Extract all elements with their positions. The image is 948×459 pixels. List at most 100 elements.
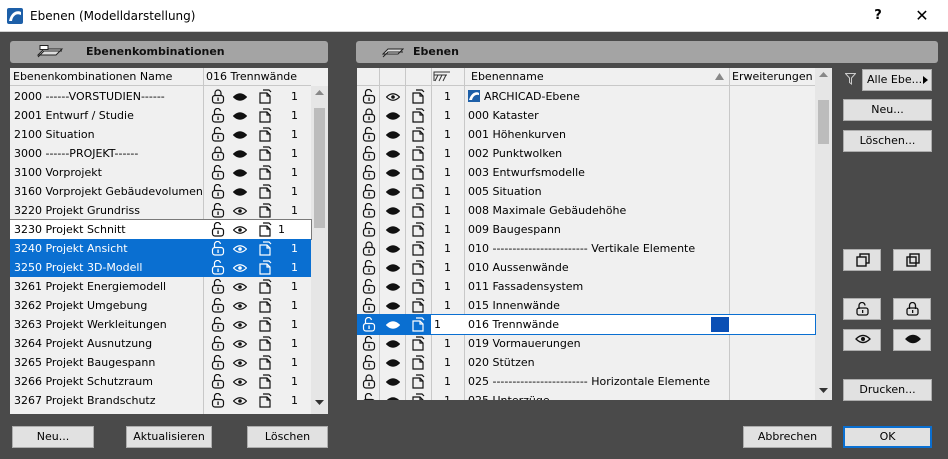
combination-name: 3230 Projekt Schnitt <box>14 223 126 236</box>
layer-name: 002 Punktwolken <box>468 147 563 160</box>
paste-layer-settings-button[interactable] <box>893 249 931 271</box>
unlock-icon <box>362 165 376 180</box>
scroll-down-icon[interactable] <box>819 388 828 394</box>
column-header-intersection[interactable] <box>431 68 464 86</box>
column-header-name[interactable]: Ebenenkombinationen Name <box>10 68 203 86</box>
scroll-down-icon[interactable] <box>315 400 324 406</box>
layer-combinations-list[interactable]: Ebenenkombinationen Name 016 Trennwände … <box>10 68 328 414</box>
hidden-eye-icon <box>233 188 247 196</box>
intersection-group-value[interactable]: 1 <box>278 220 285 239</box>
layer-row[interactable]: 1 016 Trennwände <box>357 314 816 335</box>
column-header-visibility[interactable] <box>379 68 405 86</box>
layer-row[interactable]: 1 019 Vormauerungen <box>357 334 815 353</box>
layer-combination-row[interactable]: 3265 Projekt Baugespann 1 <box>10 353 311 372</box>
scrollbar-thumb[interactable] <box>818 100 829 144</box>
column-header-lock[interactable] <box>357 68 379 86</box>
right-scrollbar[interactable] <box>815 68 832 400</box>
layer-row[interactable]: 1 010 ------------------------ Vertikale … <box>357 239 815 258</box>
intersection-group-value: 1 <box>291 109 298 122</box>
layer-row[interactable]: 1 ARCHICAD-Ebene <box>357 87 815 106</box>
layer-combination-row[interactable]: 3261 Projekt Energiemodell 1 <box>10 277 311 296</box>
wireframe-icon <box>412 241 425 256</box>
hidden-eye-icon <box>386 264 400 272</box>
hidden-eye-icon <box>233 131 247 139</box>
layer-combination-row[interactable]: 2001 Entwurf / Studie 1 <box>10 106 311 125</box>
layer-name: ARCHICAD-Ebene <box>484 90 580 103</box>
wireframe-icon <box>412 108 425 123</box>
layer-combination-row[interactable]: 3100 Vorprojekt 1 <box>10 163 311 182</box>
layers-dialog: Ebenen (Modelldarstellung) ? ✕ Ebenenkom… <box>0 0 948 459</box>
layer-combination-icon <box>36 45 64 58</box>
layer-row[interactable]: 1 008 Maximale Gebäudehöhe <box>357 201 815 220</box>
layer-filter-dropdown[interactable]: Alle Ebe... <box>862 69 932 91</box>
layer-row[interactable]: 1 010 Aussenwände <box>357 258 815 277</box>
print-button[interactable]: Drucken... <box>843 379 932 401</box>
layer-combination-row[interactable]: 3000 ------PROJEKT------ 1 <box>10 144 311 163</box>
layer-combination-row[interactable]: 3264 Projekt Ausnutzung 1 <box>10 334 311 353</box>
layer-combination-row[interactable]: 3250 Projekt 3D-Modell 1 <box>10 258 311 277</box>
lock-icon <box>362 241 376 256</box>
column-header-extensions[interactable]: Erweiterungen <box>729 68 815 86</box>
layer-row[interactable]: 1 005 Situation <box>357 182 815 201</box>
delete-combination-button[interactable]: Löschen <box>247 426 328 448</box>
layer-combination-row[interactable]: 3263 Projekt Werkleitungen 1 <box>10 315 311 334</box>
scroll-up-icon[interactable] <box>819 72 828 78</box>
layer-color-swatch[interactable] <box>711 317 729 332</box>
ok-button[interactable]: OK <box>843 426 932 448</box>
column-header-combination[interactable]: 016 Trennwände <box>203 68 311 86</box>
combination-name: 3263 Projekt Werkleitungen <box>14 318 167 331</box>
layer-combination-row[interactable]: 3262 Projekt Umgebung 1 <box>10 296 311 315</box>
layer-combinations-header: Ebenenkombinationen <box>10 41 328 63</box>
layer-combination-row[interactable]: 3230 Projekt Schnitt 1 <box>10 219 312 240</box>
hide-all-button[interactable] <box>893 329 931 351</box>
update-combination-button[interactable]: Aktualisieren <box>126 426 212 448</box>
help-button[interactable]: ? <box>866 5 890 27</box>
layer-row[interactable]: 1 002 Punktwolken <box>357 144 815 163</box>
unlock-all-button[interactable] <box>843 298 881 320</box>
layer-combination-row[interactable]: 2000 ------VORSTUDIEN------ 1 <box>10 87 311 106</box>
eye-icon <box>233 245 247 253</box>
layer-combination-row[interactable]: 2100 Situation 1 <box>10 125 311 144</box>
layer-combination-row[interactable]: 3240 Projekt Ansicht 1 <box>10 239 311 258</box>
eye-icon <box>233 283 247 291</box>
window-title: Ebenen (Modelldarstellung) <box>30 9 196 23</box>
cancel-button[interactable]: Abbrechen <box>743 426 832 448</box>
close-button[interactable]: ✕ <box>910 5 934 27</box>
copy-settings-icon <box>856 253 870 267</box>
layer-row[interactable]: 1 025 ------------------------ Horizontal… <box>357 372 815 391</box>
wireframe-icon <box>259 279 272 294</box>
layer-combination-row[interactable]: 3267 Projekt Brandschutz 1 <box>10 391 311 410</box>
intersection-group-value: 1 <box>444 109 451 122</box>
new-layer-button[interactable]: Neu... <box>843 99 932 121</box>
hidden-eye-icon <box>386 359 400 367</box>
layer-row[interactable]: 1 001 Höhenkurven <box>357 125 815 144</box>
lock-all-button[interactable] <box>893 298 931 320</box>
new-combination-button[interactable]: Neu... <box>12 426 94 448</box>
column-header-layer-name[interactable]: Ebenenname <box>464 68 729 86</box>
eye-icon <box>233 397 247 405</box>
layer-row[interactable]: 1 000 Kataster <box>357 106 815 125</box>
scroll-up-icon[interactable] <box>315 90 324 96</box>
scrollbar-thumb[interactable] <box>314 108 325 228</box>
wireframe-icon <box>259 222 272 237</box>
layer-row[interactable]: 1 015 Innenwände <box>357 296 815 315</box>
layer-row[interactable]: 1 011 Fassadensystem <box>357 277 815 296</box>
layer-row[interactable]: 1 020 Stützen <box>357 353 815 372</box>
unlock-icon <box>362 355 376 370</box>
delete-layer-button[interactable]: Löschen... <box>843 130 932 152</box>
left-scrollbar[interactable] <box>311 86 328 414</box>
show-all-button[interactable] <box>843 329 881 351</box>
intersection-group-value: 1 <box>444 280 451 293</box>
layer-combination-row[interactable]: 3266 Projekt Schutzraum 1 <box>10 372 311 391</box>
layer-name: 009 Baugespann <box>468 223 561 236</box>
layer-row[interactable]: 1 025 Unterzüge <box>357 391 815 400</box>
layer-combination-row[interactable]: 3160 Vorprojekt Gebäudevolumen 1 <box>10 182 311 201</box>
layer-row[interactable]: 1 003 Entwurfsmodelle <box>357 163 815 182</box>
layer-row[interactable]: 1 009 Baugespann <box>357 220 815 239</box>
layer-combination-row[interactable]: 3220 Projekt Grundriss 1 <box>10 201 311 220</box>
column-header-wireframe[interactable] <box>405 68 431 86</box>
layers-list[interactable]: Ebenenname Erweiterungen 1 ARCHICAD-Ebene… <box>357 68 832 400</box>
layer-name-header-label: Ebenenname <box>471 70 544 83</box>
copy-layer-settings-button[interactable] <box>843 249 881 271</box>
hidden-eye-icon <box>233 112 247 120</box>
